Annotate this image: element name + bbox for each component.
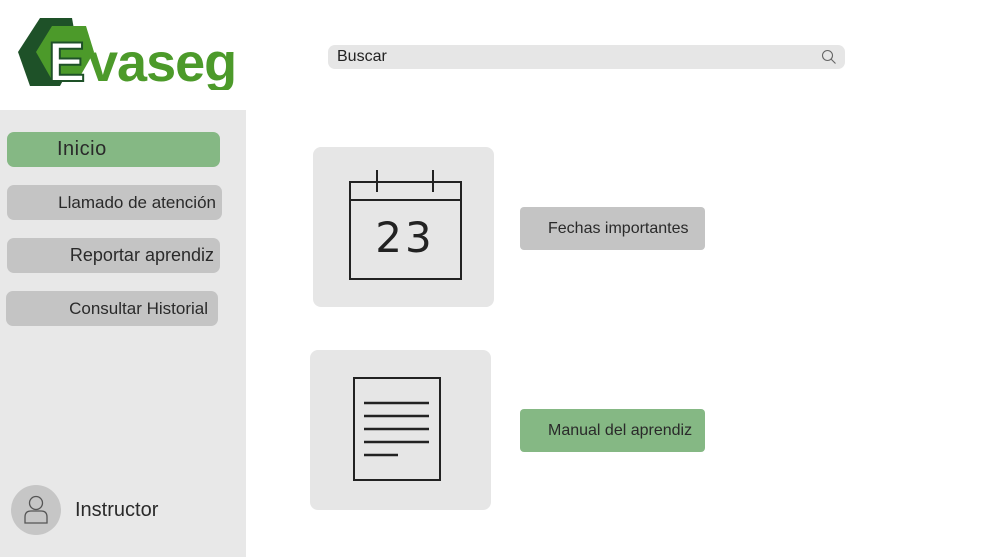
logo-wordmark: vaseg xyxy=(88,33,236,90)
evaseg-logo[interactable]: E vaseg xyxy=(8,18,243,90)
search-icon[interactable] xyxy=(821,49,837,65)
manual-del-aprendiz-label: Manual del aprendiz xyxy=(548,421,693,439)
logo-letter-e: E xyxy=(48,30,85,90)
fechas-importantes-label: Fechas importantes xyxy=(548,219,689,237)
user-profile[interactable]: Instructor xyxy=(11,485,158,535)
document-icon xyxy=(353,377,441,481)
sidebar-item-label: Reportar aprendiz xyxy=(69,245,214,265)
calendar-icon: 23 xyxy=(349,170,462,280)
search-bar[interactable]: Buscar xyxy=(328,45,845,69)
sidebar-item-label: Inicio xyxy=(57,138,107,160)
search-input[interactable]: Buscar xyxy=(337,48,821,66)
avatar[interactable] xyxy=(11,485,61,535)
sidebar-item-consultar-historial[interactable]: Consultar Historial xyxy=(6,291,218,326)
user-name: Instructor xyxy=(75,498,159,521)
sidebar-item-label: Llamado de atención xyxy=(58,192,216,212)
sidebar-item-inicio[interactable]: Inicio xyxy=(7,132,220,167)
sidebar-item-label: Consultar Historial xyxy=(69,298,208,318)
calendar-tile[interactable]: 23 xyxy=(313,147,494,307)
fechas-importantes-button[interactable]: Fechas importantes xyxy=(520,207,705,250)
sidebar-item-reportar-aprendiz[interactable]: Reportar aprendiz xyxy=(7,238,220,273)
manual-del-aprendiz-button[interactable]: Manual del aprendiz xyxy=(520,409,705,452)
user-icon xyxy=(24,495,48,524)
sidebar-item-llamado-de-atencion[interactable]: Llamado de atención xyxy=(7,185,222,220)
calendar-day: 23 xyxy=(375,213,434,262)
manual-tile[interactable] xyxy=(310,350,491,510)
